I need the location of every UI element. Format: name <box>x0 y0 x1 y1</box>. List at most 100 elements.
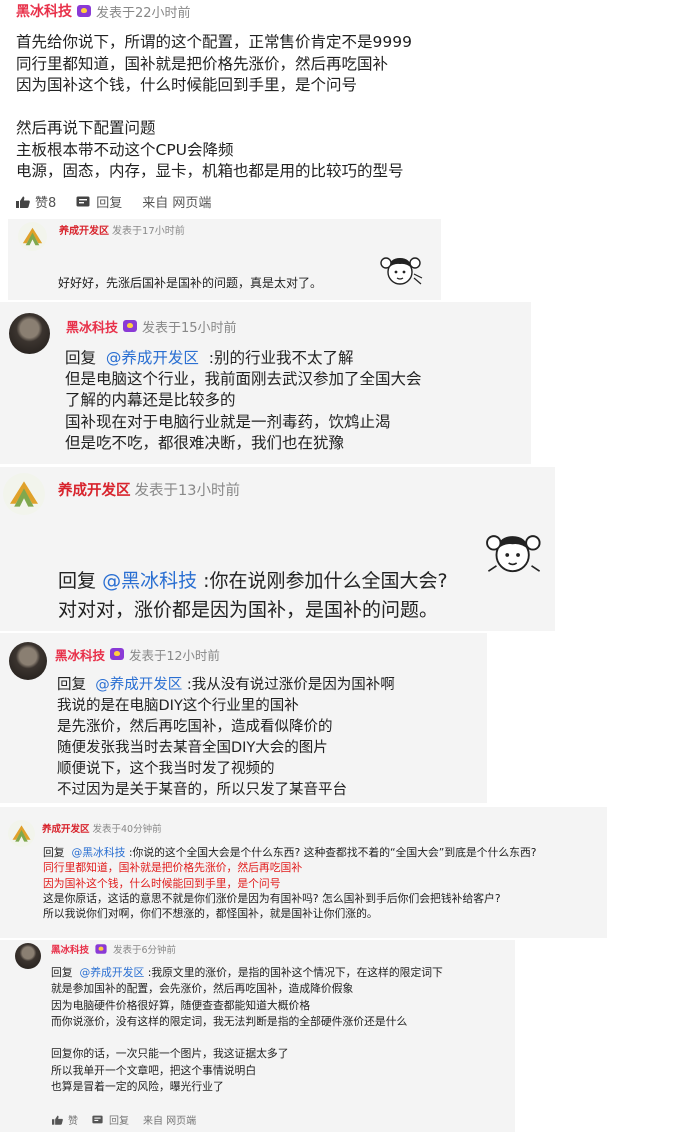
reply-card: 黑冰科技 发表于12小时前 回复 @养成开发区 :我从没有说过涨价是因为国补啊 … <box>0 633 487 803</box>
avatar[interactable] <box>3 473 45 515</box>
avatar[interactable] <box>8 820 35 847</box>
reply-prefix: 回复 <box>43 846 65 859</box>
reply-button[interactable]: 回复 <box>92 1112 129 1127</box>
post-line: 同行里都知道，国补就是把价格先涨价，然后再吃国补 <box>16 54 389 73</box>
reply-line: 而你说涨价，没有这样的限定词，我无法判断是指的全部硬件涨价还是什么 <box>51 1014 408 1028</box>
mention-link[interactable]: @养成开发区 <box>95 677 182 693</box>
reply-card: 黑冰科技 发表于15小时前 回复 @养成开发区 :别的行业我不太了解 但是电脑这… <box>0 302 531 464</box>
reply-time: 发表于6分钟前 <box>113 945 177 956</box>
post-header: 黑冰科技 发表于22小时前 <box>16 1 191 21</box>
post-actions: 赞8 回复 来自 网页端 <box>16 192 231 211</box>
source-label: 来自 网页端 <box>143 1116 197 1127</box>
like-thumb-icon <box>16 196 30 208</box>
avatar-image <box>10 481 38 507</box>
reply-author[interactable]: 养成开发区 <box>59 222 109 237</box>
mention-link[interactable]: @养成开发区 <box>79 966 144 979</box>
reply-line: 也算是冒着一定的风险，曝光行业了 <box>51 1080 224 1094</box>
reply-line <box>51 1030 443 1046</box>
reply-first-text: :我原文里的涨价，是指的国补这个情况下，在这样的限定词下 <box>147 966 443 979</box>
reply-author[interactable]: 养成开发区 <box>42 821 90 835</box>
like-count: 赞 <box>68 1116 78 1127</box>
reply-line: 好好好，先涨后国补是国补的问题，真是太对了。 <box>58 276 323 290</box>
reply-line: 回复 @黑冰科技 :你说的这个全国大会是个什么东西? 这种查都找不着的“全国大会… <box>43 845 537 860</box>
reply-line: 我说的是在电脑DIY这个行业里的国补 <box>57 698 299 714</box>
reply-time: 发表于12小时前 <box>129 647 220 663</box>
post-line: 然后再说下配置问题 <box>16 119 156 137</box>
reply-bubble-icon <box>92 1115 103 1124</box>
reply-header: 黑冰科技 发表于12小时前 <box>55 645 220 663</box>
mention-link[interactable]: @黑冰科技 <box>102 570 197 592</box>
reply-prefix: 回复 <box>65 349 97 367</box>
reply-header: 黑冰科技 发表于15小时前 <box>66 317 237 336</box>
reply-author[interactable]: 黑冰科技 <box>51 942 89 956</box>
post-line <box>16 97 666 119</box>
reply-body: 回复 @黑冰科技 :你说的这个全国大会是个什么东西? 这种查都找不着的“全国大会… <box>43 845 537 921</box>
post-line: 电源，固态，内存，显卡，机箱也都是用的比较巧的型号 <box>16 162 404 180</box>
reply-time: 发表于40分钟前 <box>92 824 162 835</box>
reply-card: 养成开发区 发表于17小时前 好好好，先涨后国补是国补的问题，真是太对了。 <box>8 219 441 300</box>
reply-card: 黑冰科技 发表于6分钟前 回复 @养成开发区 :我原文里的涨价，是指的国补这个情… <box>0 940 515 1132</box>
reply-line: 随便发张我当时去某音全国DIY大会的图片 <box>57 740 328 756</box>
reply-actions: 赞 回复 来自 网页端 <box>52 1112 210 1127</box>
reply-body: 回复 @养成开发区 :别的行业我不太了解 但是电脑这个行业，我前面刚去武汉参加了… <box>65 348 422 454</box>
post-author[interactable]: 黑冰科技 <box>16 1 72 21</box>
reply-body: 回复 @养成开发区 :我原文里的涨价，是指的国补这个情况下，在这样的限定词下 就… <box>51 965 443 1095</box>
cartoon-sticker <box>486 535 541 573</box>
reply-line: 但是电脑这个行业，我前面刚去武汉参加了全国大会 <box>65 370 422 389</box>
reply-body: 回复 @养成开发区 :我从没有说过涨价是因为国补啊 我说的是在电脑DIY这个行业… <box>57 675 395 801</box>
avatar[interactable] <box>15 943 41 969</box>
reply-line: 对对对，涨价都是因为国补，是国补的问题。 <box>58 599 439 621</box>
reply-first-text: :你说的这个全国大会是个什么东西? 这种查都找不着的“全国大会”到底是个什么东西… <box>128 846 537 859</box>
avatar-image <box>22 227 43 246</box>
reply-prefix: 回复 <box>58 570 97 592</box>
reply-body: 好好好，先涨后国补是国补的问题，真是太对了。 <box>58 276 322 291</box>
reply-line: 回复你的话，一次只能一个图片，我这证据太多了 <box>51 1047 289 1061</box>
reply-body: 回复 @黑冰科技 :你在说刚参加什么全国大会? 对对对，涨价都是因为国补，是国补… <box>58 567 448 625</box>
mention-link[interactable]: @养成开发区 <box>106 349 199 367</box>
like-button[interactable]: 赞8 <box>16 192 56 211</box>
reply-line: 所以我说你们对啊，你们不想涨的，都怪国补，就是国补让你们涨的。 <box>43 907 378 921</box>
vip-badge-icon <box>123 320 138 332</box>
reply-line: 回复 @养成开发区 :别的行业我不太了解 <box>65 348 422 369</box>
reply-line: 所以我单开一个文章吧，把这个事情说明白 <box>51 1063 257 1077</box>
source-label: 来自 网页端 <box>142 196 212 211</box>
quoted-line: 因为国补这个钱，什么时候能回到手里，是个问号 <box>43 876 281 890</box>
reply-card: 养成开发区 发表于13小时前 回复 @黑冰科技 :你在说刚参加什么全国大会? 对… <box>0 467 555 631</box>
reply-author[interactable]: 养成开发区 <box>58 479 131 500</box>
reply-bubble-icon <box>76 196 90 207</box>
avatar[interactable] <box>18 222 47 251</box>
avatar[interactable] <box>9 642 47 680</box>
reply-first-text: :你在说刚参加什么全国大会? <box>203 570 448 592</box>
reply-time: 发表于15小时前 <box>142 320 237 336</box>
reply-card: 养成开发区 发表于40分钟前 回复 @黑冰科技 :你说的这个全国大会是个什么东西… <box>0 807 607 938</box>
like-button[interactable]: 赞 <box>52 1112 78 1127</box>
vip-badge-icon <box>95 944 107 954</box>
reply-author[interactable]: 黑冰科技 <box>66 317 118 336</box>
vip-badge-icon <box>110 648 125 660</box>
mention-link[interactable]: @黑冰科技 <box>71 846 125 859</box>
reply-button[interactable]: 回复 <box>76 192 122 211</box>
reply-line: 国补现在对于电脑行业就是一剂毒药，饮鸩止渴 <box>65 412 391 431</box>
reply-prefix: 回复 <box>51 966 73 979</box>
avatar[interactable] <box>9 313 50 354</box>
reply-line: 回复 @黑冰科技 :你在说刚参加什么全国大会? <box>58 567 448 596</box>
reply-line: 不过因为是关于某音的，所以只发了某音平台 <box>57 782 347 798</box>
reply-prefix: 回复 <box>57 677 86 693</box>
reply-time: 发表于13小时前 <box>134 482 240 499</box>
post-line: 主板根本带不动这个CPU会降频 <box>16 140 234 159</box>
cartoon-sticker <box>380 257 423 285</box>
post-body: 首先给你说下，所谓的这个配置，正常售价肯定不是9999 同行里都知道，国补就是把… <box>16 32 666 183</box>
post-line: 首先给你说下，所谓的这个配置，正常售价肯定不是9999 <box>16 33 412 51</box>
reply-line: 是先涨价，然后再吃国补，造成看似降价的 <box>57 719 333 735</box>
avatar-image <box>12 825 31 842</box>
reply-author[interactable]: 黑冰科技 <box>55 645 105 664</box>
reply-time: 发表于17小时前 <box>112 225 185 237</box>
reply-header: 养成开发区 发表于13小时前 <box>58 479 240 499</box>
reply-line: 了解的内幕还是比较多的 <box>65 391 236 410</box>
reply-first-text: :我从没有说过涨价是因为国补啊 <box>186 677 395 693</box>
post-time: 发表于22小时前 <box>96 5 191 21</box>
reply-label: 回复 <box>109 1116 129 1127</box>
like-count: 赞8 <box>35 196 57 211</box>
reply-first-text: :别的行业我不太了解 <box>208 349 354 367</box>
reply-line: 回复 @养成开发区 :我原文里的涨价，是指的国补这个情况下，在这样的限定词下 <box>51 965 443 981</box>
